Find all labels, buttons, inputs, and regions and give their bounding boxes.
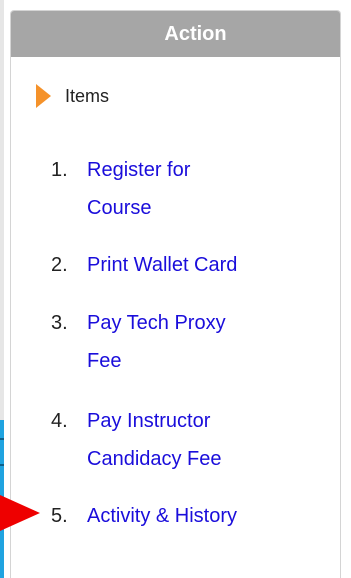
action-panel: Action Items 1. Register for Course 2. P… — [10, 10, 341, 578]
panel-title: Action — [164, 22, 227, 45]
menu-item-print-wallet-card: 2. Print Wallet Card — [51, 249, 321, 282]
screen: Action Items 1. Register for Course 2. P… — [0, 0, 351, 578]
action-menu: 1. Register for Course 2. Print Wallet C… — [51, 151, 321, 533]
section-label: Items — [65, 85, 110, 106]
pay-instructor-candidacy-fee-link[interactable]: Pay Instructor Candidacy Fee — [87, 402, 262, 478]
register-for-course-link[interactable]: Register for Course — [87, 151, 237, 227]
menu-item-number: 4. — [51, 410, 68, 432]
menu-item-number: 3. — [51, 312, 68, 334]
menu-item-pay-tech-proxy-fee: 3. Pay Tech Proxy Fee — [51, 304, 321, 380]
activity-history-link[interactable]: Activity & History — [87, 500, 277, 533]
menu-item-activity-history: 5. Activity & History — [51, 500, 321, 533]
print-wallet-card-link[interactable]: Print Wallet Card — [87, 249, 277, 282]
menu-item-pay-instructor-candidacy-fee: 4. Pay Instructor Candidacy Fee — [51, 402, 321, 478]
red-arrow-pointer — [0, 495, 40, 531]
menu-item-number: 5. — [51, 505, 68, 527]
pay-tech-proxy-fee-link[interactable]: Pay Tech Proxy Fee — [87, 304, 262, 380]
triangle-right-icon — [36, 84, 51, 108]
panel-header: Action — [11, 11, 340, 57]
section-items: Items — [36, 84, 109, 108]
menu-item-number: 1. — [51, 159, 68, 181]
menu-item-number: 2. — [51, 254, 68, 276]
menu-item-register: 1. Register for Course — [51, 151, 321, 227]
